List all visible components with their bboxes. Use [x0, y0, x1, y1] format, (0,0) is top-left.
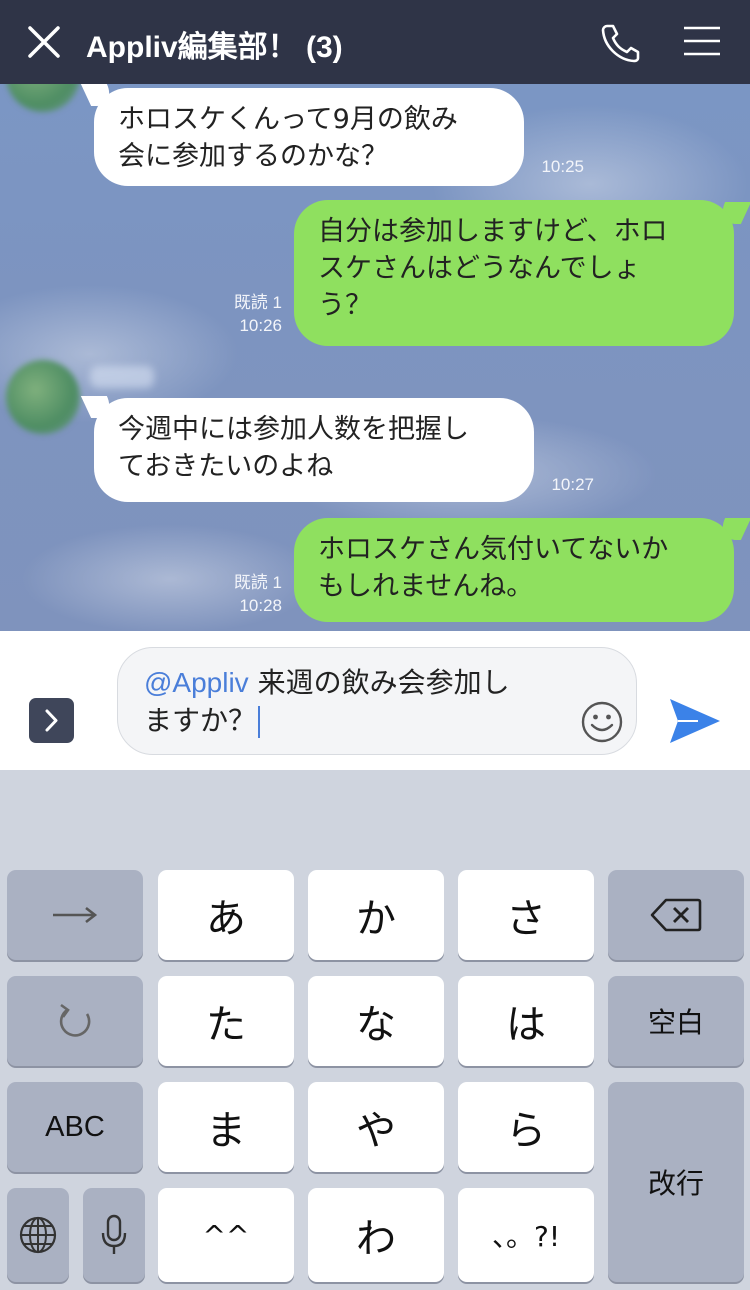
space-key-label: 空白	[647, 1006, 704, 1039]
mention-tag: @Appliv	[144, 667, 249, 698]
chat-title: Appliv編集部！ (3)	[86, 31, 343, 64]
chevron-right-icon	[45, 709, 58, 732]
enter-key-label: 改行	[647, 1167, 704, 1200]
undo-key[interactable]	[7, 976, 143, 1066]
next-key[interactable]	[7, 870, 143, 960]
avatar[interactable]	[6, 360, 80, 434]
message-time: 10:27	[551, 475, 594, 494]
key-ra[interactable]: ら	[458, 1082, 594, 1172]
send-icon[interactable]	[668, 695, 722, 747]
key-na[interactable]: な	[308, 976, 444, 1066]
avatar[interactable]	[6, 84, 80, 112]
microphone-key[interactable]	[83, 1188, 145, 1282]
message-bubble-outgoing[interactable]: 自分は参加しますけど、ホロ スケさんはどうなんでしょ う？	[294, 200, 734, 346]
key-a[interactable]: あ	[158, 870, 294, 960]
message-time: 10:26	[239, 316, 282, 335]
key-ta[interactable]: た	[158, 976, 294, 1066]
input-line-1: 来週の飲み会参加し	[248, 666, 510, 699]
punctuation-key[interactable]: 、。?!	[458, 1188, 594, 1282]
chat-header: Appliv編集部！ (3)	[0, 0, 750, 84]
space-key[interactable]: 空白	[608, 976, 744, 1066]
expand-button[interactable]	[29, 698, 74, 743]
phone-icon[interactable]	[598, 20, 642, 64]
key-ma[interactable]: ま	[158, 1082, 294, 1172]
punctuation-key-label: 、。?!	[491, 1220, 561, 1253]
message-bubble-incoming[interactable]: 今週中には参加人数を把握し ておきたいのよね	[94, 398, 534, 502]
message-input[interactable]: @Appliv 来週の飲み会参加しますか？	[117, 647, 637, 755]
text-caret	[258, 706, 261, 738]
keyboard: あ か さ た な は 空白 ABC ま や ら 改行 ^^ わ 、。?!	[0, 770, 750, 1290]
enter-key[interactable]: 改行	[608, 1082, 744, 1282]
backspace-icon	[650, 898, 702, 932]
sender-name	[90, 366, 154, 388]
kaomoji-key-label: ^^	[202, 1218, 250, 1252]
globe-key[interactable]	[7, 1188, 69, 1282]
input-line-2: ますか？	[144, 704, 257, 737]
undo-icon	[59, 1003, 91, 1037]
delete-key[interactable]	[608, 870, 744, 960]
abc-key[interactable]: ABC	[7, 1082, 143, 1172]
globe-icon	[19, 1216, 57, 1254]
microphone-icon	[101, 1214, 127, 1254]
key-ha[interactable]: は	[458, 976, 594, 1066]
key-ya[interactable]: や	[308, 1082, 444, 1172]
menu-icon[interactable]	[682, 22, 722, 62]
read-receipt: 既読 1	[233, 573, 282, 592]
abc-key-label: ABC	[45, 1110, 105, 1143]
message-time: 10:28	[239, 596, 282, 615]
key-ka[interactable]: か	[308, 870, 444, 960]
chat-area[interactable]: ホロスケくんって9月の飲み 会に参加するのかな？ 10:25 自分は参加しますけ…	[0, 84, 750, 631]
key-wa[interactable]: わ	[308, 1188, 444, 1282]
message-time: 10:25	[541, 157, 584, 176]
read-receipt: 既読 1	[233, 293, 282, 312]
close-icon[interactable]	[22, 20, 66, 64]
message-input-bar: @Appliv 来週の飲み会参加しますか？	[0, 631, 750, 770]
message-bubble-incoming[interactable]: ホロスケくんって9月の飲み 会に参加するのかな？	[94, 88, 524, 186]
message-bubble-outgoing[interactable]: ホロスケさん気付いてないか もしれませんね。	[294, 518, 734, 622]
key-sa[interactable]: さ	[458, 870, 594, 960]
smiley-icon[interactable]	[580, 700, 624, 744]
kaomoji-key[interactable]: ^^	[158, 1188, 294, 1282]
message-input-text[interactable]: @Appliv 来週の飲み会参加しますか？	[144, 664, 544, 740]
arrow-right-icon	[53, 906, 98, 924]
